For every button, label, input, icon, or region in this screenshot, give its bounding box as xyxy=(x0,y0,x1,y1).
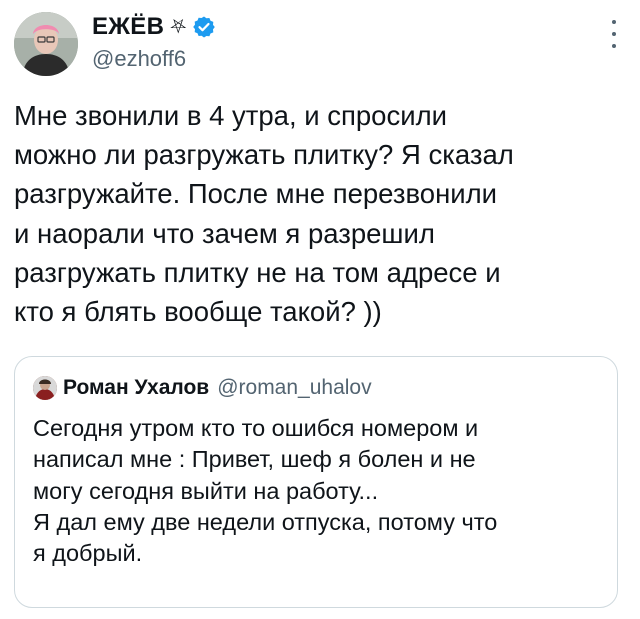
quoted-tweet-card[interactable]: Роман Ухалов @roman_uhalov Сегодня утром… xyxy=(14,356,618,608)
quoted-author-handle: @roman_uhalov xyxy=(217,376,372,399)
quoted-tweet-text: Сегодня утром кто то ошибся номером и на… xyxy=(33,415,498,567)
more-options-icon[interactable] xyxy=(610,20,618,48)
author-block: ЕЖЁВ ⛧ @ezhoff6 xyxy=(92,12,216,72)
author-name-row: ЕЖЁВ ⛧ xyxy=(92,12,216,42)
author-avatar[interactable] xyxy=(14,12,78,76)
author-display-name[interactable]: ЕЖЁВ xyxy=(92,13,164,41)
quoted-author-display-name: Роман Ухалов xyxy=(63,376,210,399)
author-handle[interactable]: @ezhoff6 xyxy=(92,46,216,72)
quoted-tweet-header: Роман Ухалов @roman_uhalov xyxy=(33,375,372,401)
verified-badge-icon xyxy=(192,15,216,39)
quoted-author-avatar[interactable] xyxy=(33,376,57,400)
pentagram-icon: ⛧ xyxy=(170,16,187,38)
tweet-text: Мне звонили в 4 утра, и спросили можно л… xyxy=(14,100,514,328)
tweet: ЕЖЁВ ⛧ @ezhoff6 Мне звонили в 4 утра, и … xyxy=(0,0,640,619)
